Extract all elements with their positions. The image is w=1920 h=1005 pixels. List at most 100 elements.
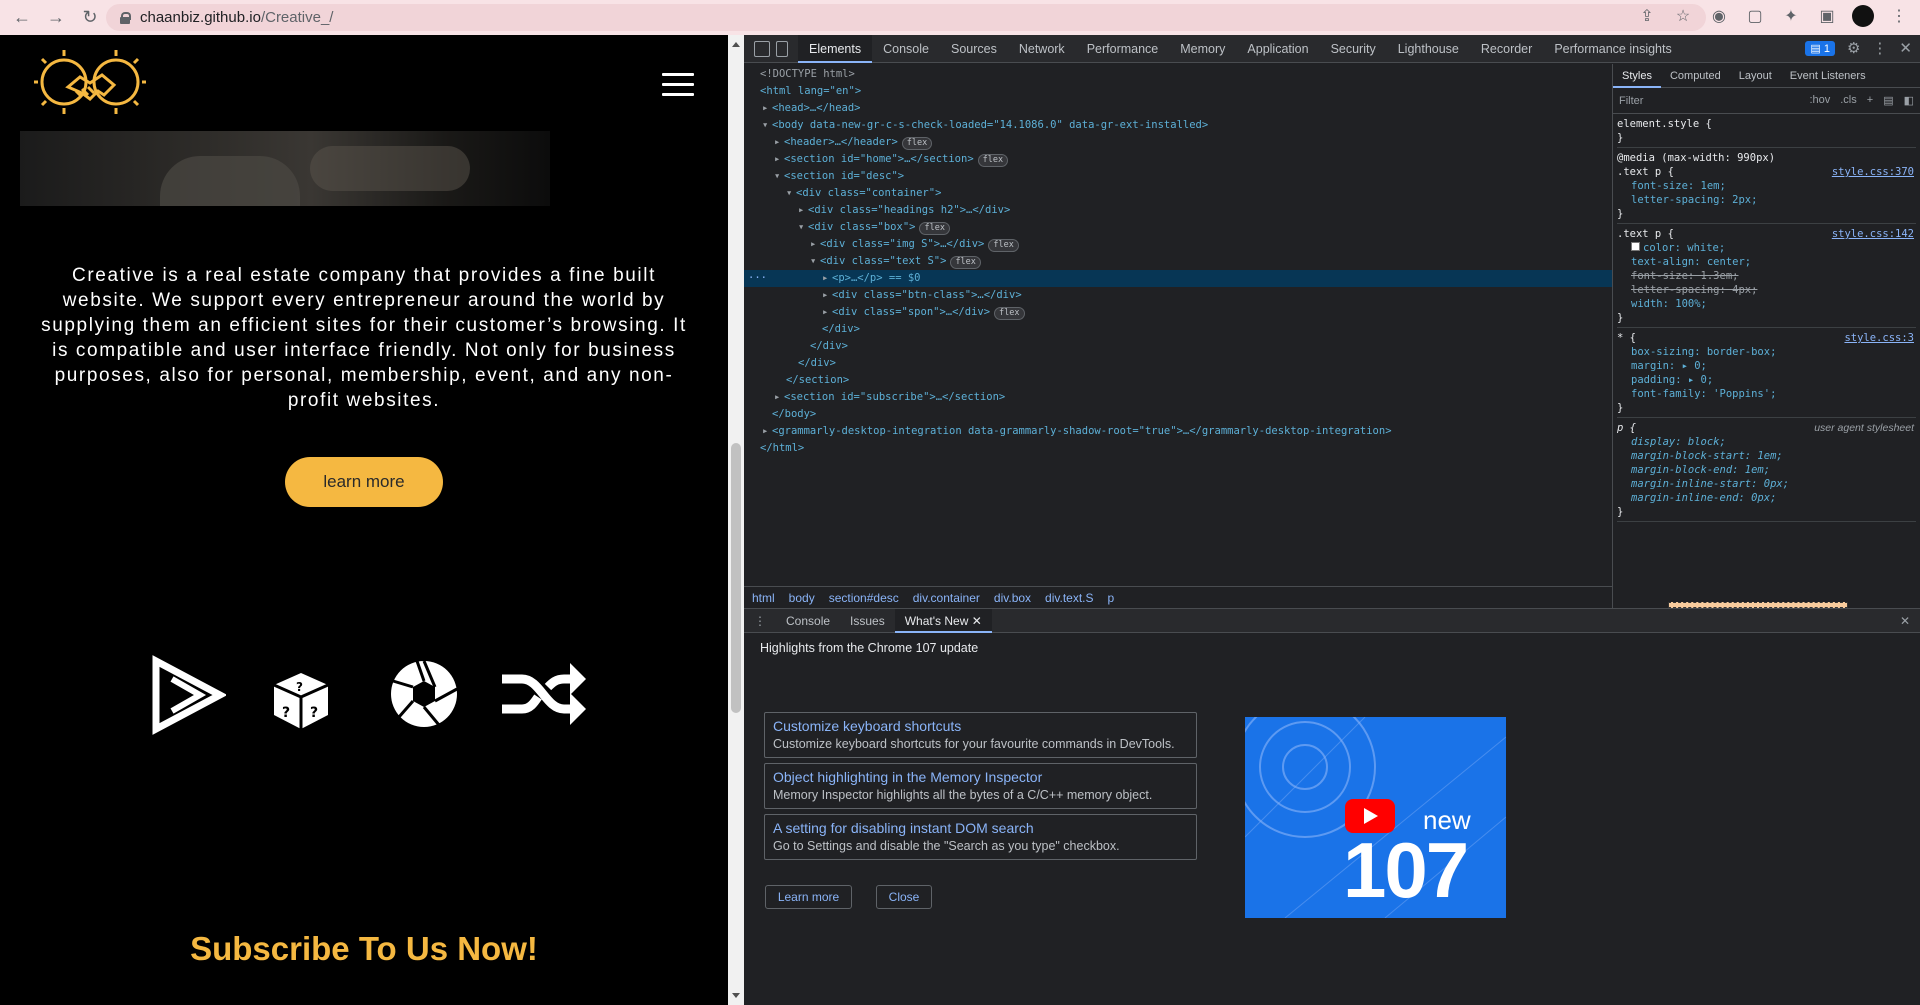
dom-line[interactable]: <html lang="en">: [744, 83, 1612, 100]
filter-input[interactable]: Filter: [1619, 95, 1643, 107]
feature-card[interactable]: Customize keyboard shortcuts Customize k…: [764, 712, 1197, 758]
cls-toggle[interactable]: .cls: [1840, 94, 1857, 107]
puzzle-extensions-icon[interactable]: ✦: [1780, 5, 1802, 27]
more-options-icon[interactable]: ⋮: [1872, 39, 1887, 57]
source-link[interactable]: style.css:142: [1832, 227, 1914, 241]
dom-line[interactable]: </html>: [744, 440, 1612, 457]
dom-line[interactable]: ▸ <div class="img S">…</div> flex: [744, 236, 1612, 253]
scroll-thumb[interactable]: [731, 443, 741, 713]
share-icon[interactable]: ⇪: [1636, 5, 1658, 27]
hov-toggle[interactable]: :hov: [1809, 94, 1830, 107]
tab-security[interactable]: Security: [1320, 35, 1387, 63]
close-button[interactable]: Close: [876, 885, 932, 909]
breadcrumb-item[interactable]: body: [789, 591, 815, 605]
tab-elements[interactable]: Elements: [798, 34, 873, 63]
source-link[interactable]: style.css:3: [1844, 331, 1914, 345]
profile-avatar[interactable]: [1852, 5, 1874, 27]
svg-text:?: ?: [282, 705, 290, 721]
dom-line[interactable]: ▸ <div class="headings h2">…</div>: [744, 202, 1612, 219]
close-devtools-icon[interactable]: ✕: [1899, 39, 1912, 57]
dom-line[interactable]: </div>: [744, 355, 1612, 372]
tab-performance-insights[interactable]: Performance insights: [1543, 35, 1682, 63]
hero-image: [20, 131, 550, 206]
tab-memory[interactable]: Memory: [1169, 35, 1236, 63]
tab-event-listeners[interactable]: Event Listeners: [1781, 64, 1875, 88]
close-drawer-icon[interactable]: ✕: [1900, 614, 1910, 628]
dom-line[interactable]: ▾ <div class="container">: [744, 185, 1612, 202]
devtools-drawer: ⋮ Console Issues What's New ✕ ✕ Highligh…: [744, 608, 1920, 1005]
feature-card[interactable]: Object highlighting in the Memory Inspec…: [764, 763, 1197, 809]
forward-icon[interactable]: →: [44, 6, 68, 30]
dom-line[interactable]: </div>: [744, 321, 1612, 338]
breadcrumb-item[interactable]: p: [1108, 591, 1115, 605]
breadcrumb-item[interactable]: div.container: [913, 591, 980, 605]
dom-line[interactable]: ▾ <section id="desc">: [744, 168, 1612, 185]
tab-sources[interactable]: Sources: [940, 35, 1008, 63]
handshake-gear-logo-icon[interactable]: [34, 47, 146, 117]
add-rule-icon[interactable]: +: [1867, 94, 1873, 107]
paint-icon[interactable]: ▤: [1883, 94, 1893, 107]
tab-network[interactable]: Network: [1008, 35, 1076, 63]
breadcrumb-item[interactable]: section#desc: [829, 591, 899, 605]
close-tab-icon[interactable]: ✕: [972, 614, 982, 628]
rule-element-style: element.style { }: [1617, 114, 1916, 148]
breadcrumb-item[interactable]: div.text.S: [1045, 591, 1093, 605]
feature-card[interactable]: A setting for disabling instant DOM sear…: [764, 814, 1197, 860]
dom-line[interactable]: ▸ <div class="spon">…</div> flex: [744, 304, 1612, 321]
breadcrumb-item[interactable]: div.box: [994, 591, 1031, 605]
back-icon[interactable]: ←: [10, 6, 34, 30]
dom-line[interactable]: </body>: [744, 406, 1612, 423]
inspect-element-icon[interactable]: [754, 40, 770, 57]
tab-lighthouse[interactable]: Lighthouse: [1387, 35, 1470, 63]
scroll-up-arrow-icon[interactable]: [732, 42, 740, 47]
computed-toggle-icon[interactable]: ◧: [1904, 94, 1914, 107]
dom-line[interactable]: ▾ <body data-new-gr-c-s-check-loaded="14.…: [744, 117, 1612, 134]
source-link[interactable]: style.css:370: [1832, 165, 1914, 179]
dom-line[interactable]: ▸ <section id="home">…</section> flex: [744, 151, 1612, 168]
tab-performance[interactable]: Performance: [1076, 35, 1170, 63]
drawer-tab-whats-new[interactable]: What's New ✕: [894, 608, 992, 633]
tab-styles[interactable]: Styles: [1613, 64, 1661, 88]
tab-recorder[interactable]: Recorder: [1470, 35, 1543, 63]
address-bar[interactable]: chaanbiz.github.io/Creative_/: [106, 4, 1706, 31]
tab-application[interactable]: Application: [1236, 35, 1319, 63]
dom-line[interactable]: ▸ <header>…</header> flex: [744, 134, 1612, 151]
browser-toolbar: ← → ↻ chaanbiz.github.io/Creative_/ ⇪ ☆ …: [0, 0, 1920, 35]
color-swatch[interactable]: [1631, 242, 1640, 251]
dom-line[interactable]: </div>: [744, 338, 1612, 355]
dom-line[interactable]: ▸ <div class="btn-class">…</div>: [744, 287, 1612, 304]
issues-badge[interactable]: ▤ 1: [1805, 40, 1835, 56]
page-scrollbar[interactable]: [728, 35, 744, 1005]
drawer-tab-issues[interactable]: Issues: [840, 609, 895, 633]
drawer-tab-console[interactable]: Console: [776, 609, 840, 633]
camera-extension-icon[interactable]: ◉: [1708, 5, 1730, 27]
device-toolbar-icon[interactable]: [776, 40, 788, 57]
dom-line[interactable]: ▸ <section id="subscribe">…</section>: [744, 389, 1612, 406]
dom-line[interactable]: ▾ <div class="text S"> flex: [744, 253, 1612, 270]
bookmark-star-icon[interactable]: ☆: [1672, 5, 1694, 27]
learn-more-devtools-button[interactable]: Learn more: [765, 885, 852, 909]
breadcrumb-item[interactable]: html: [752, 591, 775, 605]
reload-icon[interactable]: ↻: [78, 6, 102, 30]
styles-pane: Styles Computed Layout Event Listeners F…: [1612, 64, 1920, 608]
kebab-menu-icon[interactable]: ⋮: [1888, 5, 1910, 27]
side-panel-icon[interactable]: ▣: [1816, 5, 1838, 27]
extension-tile-icon[interactable]: ▢: [1744, 5, 1766, 27]
dom-line[interactable]: ▸ <head>…</head>: [744, 100, 1612, 117]
tab-layout[interactable]: Layout: [1730, 64, 1781, 88]
dom-line[interactable]: ▾ <div class="box"> flex: [744, 219, 1612, 236]
devtools-panel: Elements Console Sources Network Perform…: [744, 34, 1920, 1005]
drawer-tabbar: ⋮ Console Issues What's New ✕ ✕: [744, 608, 1920, 633]
tab-console[interactable]: Console: [872, 35, 940, 63]
scroll-down-arrow-icon[interactable]: [732, 993, 740, 998]
chrome-update-video-thumbnail[interactable]: new 107: [1245, 717, 1506, 918]
drawer-menu-icon[interactable]: ⋮: [744, 614, 776, 628]
tab-computed[interactable]: Computed: [1661, 64, 1730, 88]
settings-gear-icon[interactable]: ⚙: [1847, 39, 1860, 57]
learn-more-button[interactable]: learn more: [285, 457, 443, 507]
dom-line[interactable]: ▸ <grammarly-desktop-integration data-gra…: [744, 423, 1612, 440]
hamburger-menu-icon[interactable]: [662, 73, 694, 97]
dom-line[interactable]: </section>: [744, 372, 1612, 389]
dom-line[interactable]: <!DOCTYPE html>: [744, 66, 1612, 83]
dom-line-selected[interactable]: ··· ▸ <p>…</p> == $0: [744, 270, 1612, 287]
